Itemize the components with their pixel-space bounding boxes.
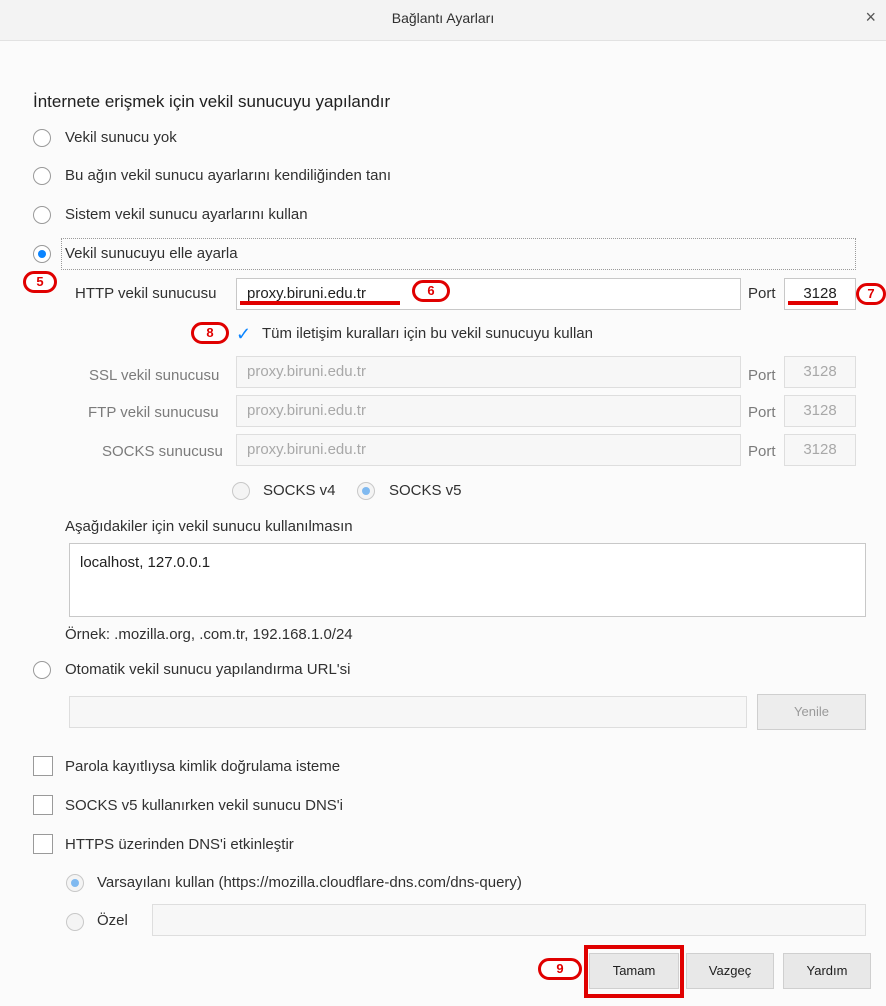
http-proxy-label: HTTP vekil sunucusu <box>75 285 217 302</box>
radio-system-proxy[interactable] <box>33 206 51 224</box>
ssl-port-label: Port <box>748 367 776 384</box>
cancel-button[interactable]: Vazgeç <box>686 953 774 989</box>
no-proxy-example: Örnek: .mozilla.org, .com.tr, 192.168.1.… <box>65 626 353 643</box>
checkbox-dns-over-https[interactable] <box>33 834 53 854</box>
http-port-label: Port <box>748 285 776 302</box>
radio-socks-v5[interactable] <box>357 482 375 500</box>
ssl-proxy-input[interactable]: proxy.biruni.edu.tr <box>236 356 741 388</box>
checkbox-socks-dns-label[interactable]: SOCKS v5 kullanırken vekil sunucu DNS'i <box>65 797 343 814</box>
socks-host-input[interactable]: proxy.biruni.edu.tr <box>236 434 741 466</box>
no-proxy-label: Aşağıdakiler için vekil sunucu kullanılm… <box>65 518 353 535</box>
ftp-port-input[interactable]: 3128 <box>784 395 856 427</box>
annotation-badge-8: 8 <box>191 322 229 344</box>
checkbox-no-auth-prompt-label[interactable]: Parola kayıtlıysa kimlik doğrulama istem… <box>65 758 340 775</box>
radio-socks-v4[interactable] <box>232 482 250 500</box>
annotation-badge-7: 7 <box>856 283 886 305</box>
radio-no-proxy[interactable] <box>33 129 51 147</box>
use-all-protocols-label[interactable]: Tüm iletişim kuralları için bu vekil sun… <box>262 325 593 342</box>
checkmark-icon[interactable]: ✓ <box>236 325 251 343</box>
radio-auto-detect[interactable] <box>33 167 51 185</box>
radio-auto-config-url-label[interactable]: Otomatik vekil sunucu yapılandırma URL's… <box>65 661 350 678</box>
socks-host-label: SOCKS sunucusu <box>102 443 223 460</box>
radio-manual-proxy[interactable] <box>33 245 51 263</box>
radio-socks-v4-label[interactable]: SOCKS v4 <box>263 482 336 499</box>
radio-no-proxy-label[interactable]: Vekil sunucu yok <box>65 129 177 146</box>
http-port-input[interactable]: 3128 <box>784 278 856 310</box>
radio-socks-v5-label[interactable]: SOCKS v5 <box>389 482 462 499</box>
radio-doh-custom[interactable] <box>66 913 84 931</box>
checkbox-no-auth-prompt[interactable] <box>33 756 53 776</box>
title-bar: Bağlantı Ayarları × <box>0 0 886 41</box>
doh-custom-input[interactable] <box>152 904 866 936</box>
annotation-badge-5: 5 <box>23 271 57 293</box>
radio-auto-config-url[interactable] <box>33 661 51 679</box>
no-proxy-textarea[interactable]: localhost, 127.0.0.1 <box>69 543 866 617</box>
radio-doh-custom-label[interactable]: Özel <box>97 912 128 929</box>
checkbox-dns-over-https-label[interactable]: HTTPS üzerinden DNS'i etkinleştir <box>65 836 294 853</box>
annotation-highlight-ok-button <box>584 945 684 998</box>
socks-port-label: Port <box>748 443 776 460</box>
ftp-port-label: Port <box>748 404 776 421</box>
ssl-proxy-label: SSL vekil sunucusu <box>89 367 220 384</box>
window-title: Bağlantı Ayarları <box>391 10 495 26</box>
http-proxy-input[interactable]: proxy.biruni.edu.tr <box>236 278 741 310</box>
radio-manual-proxy-label[interactable]: Vekil sunucuyu elle ayarla <box>65 245 238 262</box>
annotation-underline-port <box>788 301 838 305</box>
ftp-proxy-input[interactable]: proxy.biruni.edu.tr <box>236 395 741 427</box>
help-button[interactable]: Yardım <box>783 953 871 989</box>
radio-doh-default-label[interactable]: Varsayılanı kullan (https://mozilla.clou… <box>97 874 522 891</box>
radio-system-proxy-label[interactable]: Sistem vekil sunucu ayarlarını kullan <box>65 206 308 223</box>
radio-doh-default[interactable] <box>66 874 84 892</box>
close-icon[interactable]: × <box>865 7 876 28</box>
annotation-badge-6: 6 <box>412 280 450 302</box>
ftp-proxy-label: FTP vekil sunucusu <box>88 404 219 421</box>
annotation-badge-9: 9 <box>538 958 582 980</box>
checkbox-socks-dns[interactable] <box>33 795 53 815</box>
page-title: İnternete erişmek için vekil sunucuyu ya… <box>33 92 391 111</box>
annotation-underline-http <box>240 301 400 305</box>
reload-button[interactable]: Yenile <box>757 694 866 730</box>
radio-auto-detect-label[interactable]: Bu ağın vekil sunucu ayarlarını kendiliğ… <box>65 167 391 184</box>
socks-port-input[interactable]: 3128 <box>784 434 856 466</box>
auto-config-url-input[interactable] <box>69 696 747 728</box>
ssl-port-input[interactable]: 3128 <box>784 356 856 388</box>
